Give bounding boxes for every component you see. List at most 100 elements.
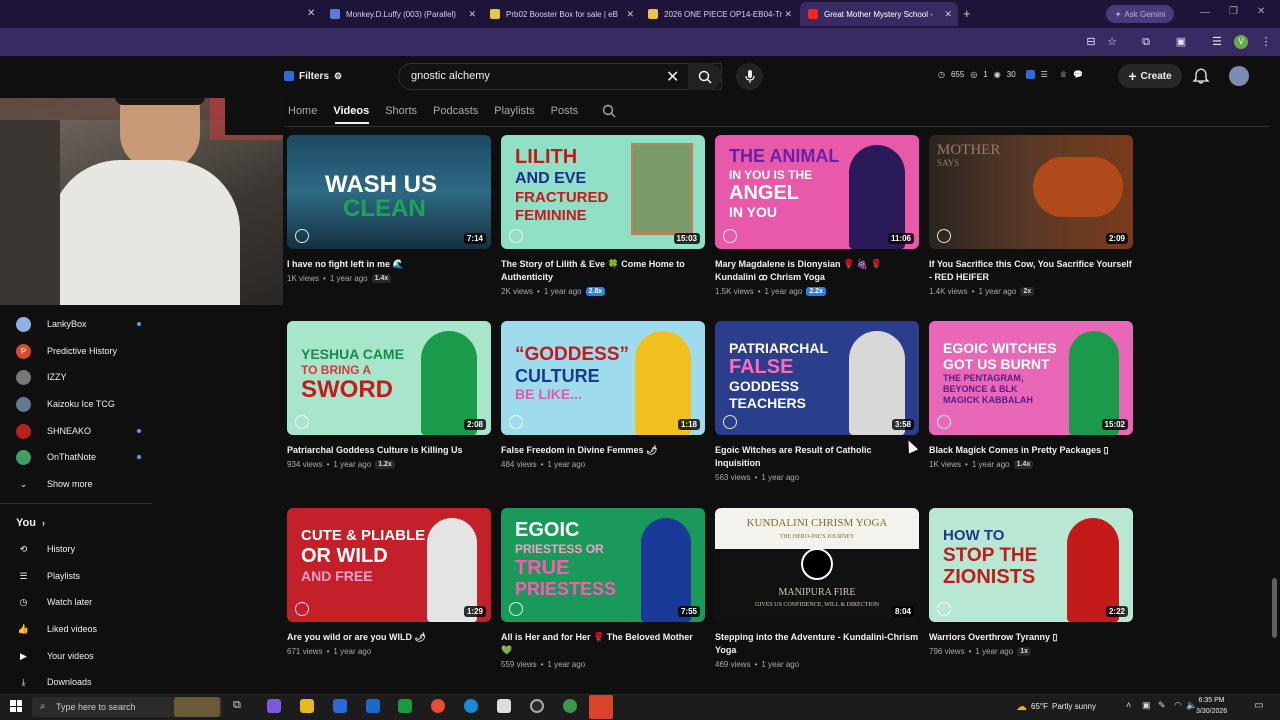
video-thumbnail[interactable]: YESHUA CAME TO BRING A SWORD 2:08 [287,321,491,435]
bookmark-star-icon[interactable]: ☆ [1105,35,1119,49]
sidebar-subscription-izzy[interactable]: IZZY [16,367,141,387]
video-title[interactable]: Egoic Witches are Result of Catholic Inq… [715,444,919,470]
menu-kebab-icon[interactable]: ⋮ [1259,35,1273,49]
edge-icon[interactable] [464,699,478,713]
sidebar-item-watch-later[interactable]: ◷ Watch later [16,592,93,612]
tray-app-icon[interactable]: ▣ [1142,700,1151,711]
watch-later-icon[interactable] [295,229,309,243]
app-icon[interactable] [530,699,544,713]
ask-gemini-button[interactable]: ✦ Ask Gemini [1106,5,1174,23]
tab-videos[interactable]: Videos [333,98,369,124]
video-card[interactable]: WASH US CLEAN 7:14 I have no fight left … [287,135,491,283]
sidebar-item-playlists[interactable]: ☰ Playlists [16,566,80,586]
tab-home[interactable]: Home [288,98,317,124]
watch-later-icon[interactable] [509,229,523,243]
browser-tab-1[interactable]: Monkey.D.Luffy (003) (Parallel) ✕ [322,2,482,26]
chrome-profile-icon[interactable] [563,699,577,713]
watch-later-icon[interactable] [937,415,951,429]
tab-playlists[interactable]: Playlists [494,98,534,124]
reading-list-icon[interactable]: ☰ [1210,35,1224,49]
close-tab-icon[interactable]: ✕ [468,9,476,20]
close-tab-icon[interactable]: ✕ [626,9,634,20]
video-card[interactable]: CUTE & PLIABLE OR WILD AND FREE 1:29 Are… [287,508,491,656]
video-thumbnail[interactable]: EGOIC PRIESTESS OR TRUE PRIESTESS 7:55 [501,508,705,622]
weather-widget[interactable]: ☁ 65°F Partly sunny [1016,700,1096,713]
video-card[interactable]: PATRIARCHAL FALSE GODDESS TEACHERS 3:58 … [715,321,919,482]
sidebar-item-your-videos[interactable]: ▶ Your videos [16,646,94,666]
watch-later-icon[interactable] [723,415,737,429]
notifications-bell-icon[interactable] [1192,67,1210,85]
sidebar-item-liked-videos[interactable]: 👍 Liked videos [16,619,97,639]
video-thumbnail[interactable]: “GODDESS” CULTURE BE LIKE... 1:18 [501,321,705,435]
sidebar-item-history[interactable]: ⟲ History [16,539,75,559]
active-app-icon[interactable] [589,695,613,719]
watch-later-icon[interactable] [509,602,523,616]
xbox-icon[interactable] [398,699,412,713]
chrome-icon[interactable] [431,699,445,713]
maximize-icon[interactable]: ❐ [1229,6,1238,17]
watch-later-icon[interactable] [937,602,951,616]
video-thumbnail[interactable]: PATRIARCHAL FALSE GODDESS TEACHERS 3:58 [715,321,919,435]
new-tab-icon[interactable]: + [963,6,971,21]
install-app-icon[interactable]: ⊟ [1084,35,1098,49]
file-explorer-icon[interactable] [300,699,314,713]
task-view-icon[interactable]: ⧉ [233,699,247,713]
video-title[interactable]: If You Sacrifice this Cow, You Sacrifice… [929,258,1133,284]
create-button[interactable]: + Create [1118,64,1182,88]
video-thumbnail[interactable]: THE ANIMAL IN YOU IS THE ANGEL IN YOU 11… [715,135,919,249]
video-thumbnail[interactable]: HOW TO STOP THE ZIONISTS 2:22 [929,508,1133,622]
video-title[interactable]: False Freedom in Divine Femmes 🌶 [501,444,705,457]
tab-posts[interactable]: Posts [551,98,579,124]
search-button[interactable] [688,63,722,90]
video-title[interactable]: Warriors Overthrow Tyranny ▯ [929,631,1133,644]
watch-later-icon[interactable] [295,415,309,429]
video-card[interactable]: MOTHER SAYS 2:09 If You Sacrifice this C… [929,135,1133,296]
show-more-button[interactable]: ⌄ Show more [16,474,93,494]
video-card[interactable]: HOW TO STOP THE ZIONISTS 2:22 Warriors O… [929,508,1133,656]
close-tab-icon[interactable]: ✕ [944,9,952,20]
profile-icon[interactable]: V [1234,35,1248,49]
filters-button[interactable]: Filters ⚙ [284,66,342,86]
video-card[interactable]: EGOIC WITCHES GOT US BURNT THE PENTAGRAM… [929,321,1133,469]
video-card[interactable]: KUNDALINI CHRISM YOGA THE HERO-INE'S JOU… [715,508,919,669]
copilot-icon[interactable] [267,699,281,713]
store-icon[interactable] [333,699,347,713]
chat-icon[interactable]: 💬 [1073,70,1083,79]
minimize-icon[interactable]: — [1200,7,1210,18]
video-thumbnail[interactable]: LILITH AND EVE FRACTURED FEMININE 15:03 [501,135,705,249]
outlook-icon[interactable] [366,699,380,713]
watch-later-icon[interactable] [937,229,951,243]
video-card[interactable]: THE ANIMAL IN YOU IS THE ANGEL IN YOU 11… [715,135,919,296]
sidebar-item-downloads[interactable]: ⤓ Downloads [16,672,92,692]
browser-tab-active[interactable]: Great Mother Mystery School - ✕ [800,2,958,26]
video-title[interactable]: The Story of Lilith & Eve 🍀 Come Home to… [501,258,705,284]
list-icon[interactable]: ☰ [1041,70,1048,79]
pen-icon[interactable]: ✎ [1158,700,1166,711]
extension-icon[interactable] [1025,70,1035,79]
extensions-icon[interactable]: ⧉ [1139,35,1153,49]
channel-search-icon[interactable] [602,104,616,118]
account-avatar[interactable] [1229,66,1249,86]
video-title[interactable]: All is Her and for Her 🌹 The Beloved Mot… [501,631,705,657]
taskbar-clock[interactable]: 6:35 PM 3/30/2026 [1196,695,1227,717]
split-view-icon[interactable]: ▣ [1174,35,1188,49]
search-input[interactable] [411,70,661,82]
watch-later-icon[interactable] [295,602,309,616]
video-title[interactable]: Patriarchal Goddess Culture is Killing U… [287,444,491,457]
sidebar-subscription-shneako[interactable]: SHNEAKO [16,421,141,441]
video-title[interactable]: Black Magick Comes in Pretty Packages ▯ [929,444,1133,457]
video-title[interactable]: Are you wild or are you WILD 🌶 [287,631,491,644]
clear-search-icon[interactable]: ✕ [666,67,679,87]
video-card[interactable]: EGOIC PRIESTESS OR TRUE PRIESTESS 7:55 A… [501,508,705,669]
video-thumbnail[interactable]: EGOIC WITCHES GOT US BURNT THE PENTAGRAM… [929,321,1133,435]
notifications-icon[interactable]: ▭ [1254,700,1263,711]
sidebar-subscription-lankybox[interactable]: LankyBox [16,314,141,334]
tab-shorts[interactable]: Shorts [385,98,417,124]
sidebar-subscription-predictive-history[interactable]: P Predictive History [16,341,141,361]
close-tab-icon[interactable]: ✕ [784,9,792,20]
close-tab-icon[interactable]: ✕ [307,8,315,19]
video-thumbnail[interactable]: CUTE & PLIABLE OR WILD AND FREE 1:29 [287,508,491,622]
video-card[interactable]: “GODDESS” CULTURE BE LIKE... 1:18 False … [501,321,705,469]
watch-later-icon[interactable] [509,415,523,429]
browser-tab-2[interactable]: Prb02 Booster Box for sale | eB ✕ [482,2,640,26]
